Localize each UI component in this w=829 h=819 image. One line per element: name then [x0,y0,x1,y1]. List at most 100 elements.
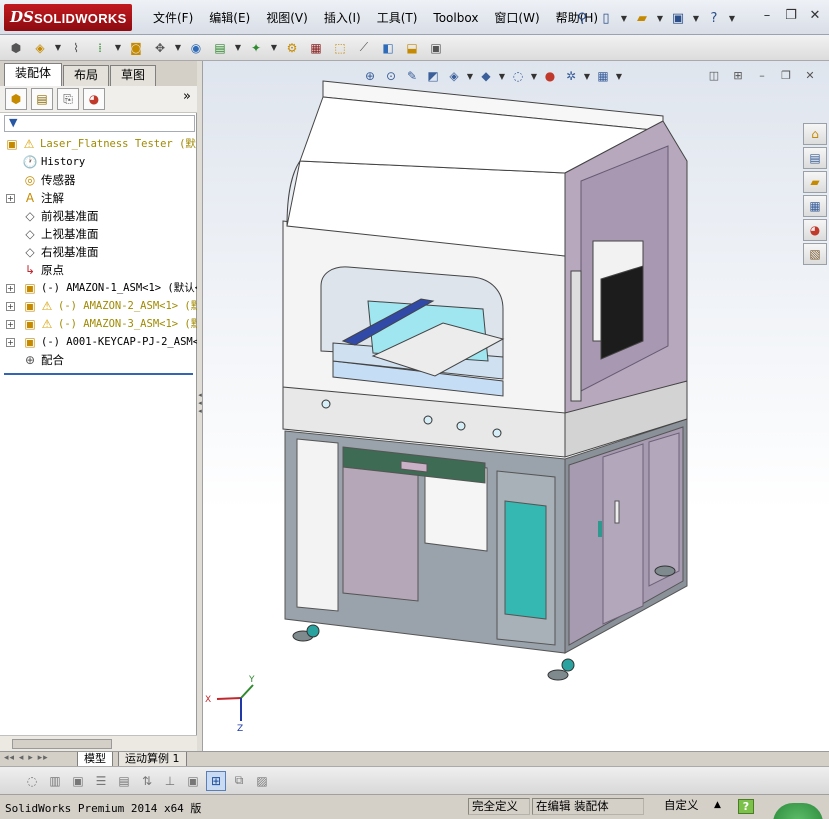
tree-item[interactable]: ↳ 原点 [0,261,197,279]
view-settings-icon[interactable]: ▦ [594,67,612,85]
assembly-features-icon[interactable]: ▤ [210,38,230,58]
reference-geometry-icon[interactable]: ✦ [246,38,266,58]
interference-icon[interactable]: ◧ [378,38,398,58]
dropdown-arrow-icon[interactable]: ▼ [615,72,623,81]
pattern-dropdown-icon[interactable]: ▼ [114,43,122,52]
solidworks-resources-icon[interactable]: ⌂ [803,123,827,145]
tree-item[interactable]: ◎ 传感器 [0,171,197,189]
display-style-icon[interactable]: ◆ [477,67,495,85]
tab-nav-arrows-icon[interactable]: ◂◂ ◂ ▸ ▸▸ [4,753,49,763]
apply-scene-icon[interactable]: ✲ [562,67,580,85]
restore-icon[interactable]: ❐ [783,8,799,24]
tree-item[interactable]: ◇ 上视基准面 [0,225,197,243]
pin-icon[interactable]: ⚲ [572,8,592,28]
tree-rollback-bar[interactable] [4,373,193,375]
tree-filter-input[interactable]: ▼ [4,115,195,132]
configurationmanager-icon[interactable]: ⎘ [57,88,79,110]
tree-horizontal-scrollbar[interactable] [0,735,197,751]
bill-of-materials-icon[interactable]: ▦ [306,38,326,58]
explode-line-icon[interactable]: ⟋ [354,38,374,58]
save-icon[interactable]: ▣ [668,8,688,28]
features-dropdown-icon[interactable]: ▼ [234,43,242,52]
expand-toggle-icon[interactable]: + [6,302,15,311]
move-component-icon[interactable]: ✥ [150,38,170,58]
wireframe-icon[interactable]: ◌ [22,771,42,791]
exploded-view-icon[interactable]: ⬚ [330,38,350,58]
hidden-lines-visible-icon[interactable]: ▥ [45,771,65,791]
hidden-lines-removed-icon[interactable]: ▣ [68,771,88,791]
section-view-icon[interactable]: ◩ [424,67,442,85]
help-question-icon[interactable]: ? [704,8,724,28]
tree-item[interactable]: + ▣ (-) AMAZON-1_ASM<1> (默认< [0,279,197,297]
tree-item[interactable]: + ▣ ⚠ (-) AMAZON-3_ASM<1> (默 [0,315,197,333]
expand-toggle-icon[interactable]: + [6,338,15,347]
zoom-to-fit-icon[interactable]: ⊕ [361,67,379,85]
tree-root-assembly[interactable]: ▣ ⚠ Laser_Flatness Tester (默 [0,135,197,153]
tab-sketch[interactable]: 草图 [110,65,157,86]
save-dropdown-icon[interactable]: ▼ [692,14,700,23]
tab-motion-study[interactable]: 运动算例 1 [118,752,187,767]
assembly-icon[interactable]: ⬢ [6,38,26,58]
dropdown-arrow-icon[interactable]: ▼ [466,72,474,81]
file-explorer-icon[interactable]: ▰ [803,171,827,193]
new-motion-study-icon[interactable]: ⚙ [282,38,302,58]
tree-item[interactable]: + ▣ ⚠ (-) AMAZON-2_ASM<1> (默 [0,297,197,315]
zoom-to-area-icon[interactable]: ⊙ [382,67,400,85]
edit-appearance-icon[interactable]: ● [541,67,559,85]
tree-item[interactable]: 🕐 History [0,153,197,171]
new-document-icon[interactable]: ▯ [596,8,616,28]
custom-properties-icon[interactable]: ▧ [803,243,827,265]
menu-insert[interactable]: 插入(I) [316,9,369,27]
isometric-icon[interactable]: ▣ [183,771,203,791]
featuremanager-icon[interactable]: ⬢ [5,88,27,110]
tab-assembly[interactable]: 装配体 [4,63,63,86]
view-orientation-icon[interactable]: ◈ [445,67,463,85]
help-dropdown-icon[interactable]: ▼ [728,14,736,23]
insert-dropdown-icon[interactable]: ▼ [54,43,62,52]
tree-item[interactable]: ◇ 右视基准面 [0,243,197,261]
tile-vertical-icon[interactable]: ⊞ [731,69,745,83]
tile-horizontal-icon[interactable]: ◫ [707,69,721,83]
doc-close-icon[interactable]: ✕ [803,69,817,83]
tangent-edges-icon[interactable]: ⧉ [229,771,249,791]
clearance-icon[interactable]: ⬓ [402,38,422,58]
mass-properties-icon[interactable]: ▣ [426,38,446,58]
expand-toggle-icon[interactable]: + [6,284,15,293]
tree-item[interactable]: + ▣ (-) A001-KEYCAP-PJ-2_ASM< [0,333,197,351]
menu-toolbox[interactable]: Toolbox [425,9,486,27]
new-dropdown-icon[interactable]: ▼ [620,14,628,23]
expand-toggle-icon[interactable]: + [6,320,15,329]
menu-window[interactable]: 窗口(W) [486,9,547,27]
open-dropdown-icon[interactable]: ▼ [656,14,664,23]
shaded-icon[interactable]: ▤ [114,771,134,791]
tree-item[interactable]: ⊕ 配合 [0,351,197,369]
dimensions-icon[interactable]: ⊥ [160,771,180,791]
doc-restore-icon[interactable]: ❐ [779,69,793,83]
graphics-area[interactable]: ⊕ ⊙ ✎ ◩ ◈ ▼ ◆ ▼ ◌ ▼ ● ✲ ▼ ▦ ▼ ◫ ⊞ – ❐ ✕ ⌂ ▤ ▰ ▦ ◕ ▧ X Y Z [203,61,829,751]
close-icon[interactable]: ✕ [807,8,823,24]
refgeom-dropdown-icon[interactable]: ▼ [270,43,278,52]
units-caret-icon[interactable]: ▲ [714,800,721,810]
doc-minimize-icon[interactable]: – [755,69,769,83]
appearance-icon[interactable]: ◕ [83,88,105,110]
dropdown-arrow-icon[interactable]: ▼ [583,72,591,81]
shaded-cube-icon[interactable]: ⊞ [206,770,226,791]
scrollbar-thumb[interactable] [12,739,112,749]
section-icon[interactable]: ⇅ [137,771,157,791]
expand-toggle-icon[interactable]: + [6,194,15,203]
tab-model[interactable]: 模型 [77,752,113,767]
previous-view-icon[interactable]: ✎ [403,67,421,85]
tree-item[interactable]: ◇ 前视基准面 [0,207,197,225]
tree-item[interactable]: + A 注解 [0,189,197,207]
move-dropdown-icon[interactable]: ▼ [174,43,182,52]
open-folder-icon[interactable]: ▰ [632,8,652,28]
status-help-button[interactable]: ? [738,799,754,814]
mate-icon[interactable]: ⌇ [66,38,86,58]
propertymanager-icon[interactable]: ▤ [31,88,53,110]
dropdown-arrow-icon[interactable]: ▼ [498,72,506,81]
shaded-with-edges-icon[interactable]: ☰ [91,771,111,791]
smart-fasteners-icon[interactable]: ◙ [126,38,146,58]
solidworks-logo[interactable]: DS SOLIDWORKS [4,4,132,31]
view-palette-icon[interactable]: ▦ [803,195,827,217]
hide-show-items-icon[interactable]: ◌ [509,67,527,85]
